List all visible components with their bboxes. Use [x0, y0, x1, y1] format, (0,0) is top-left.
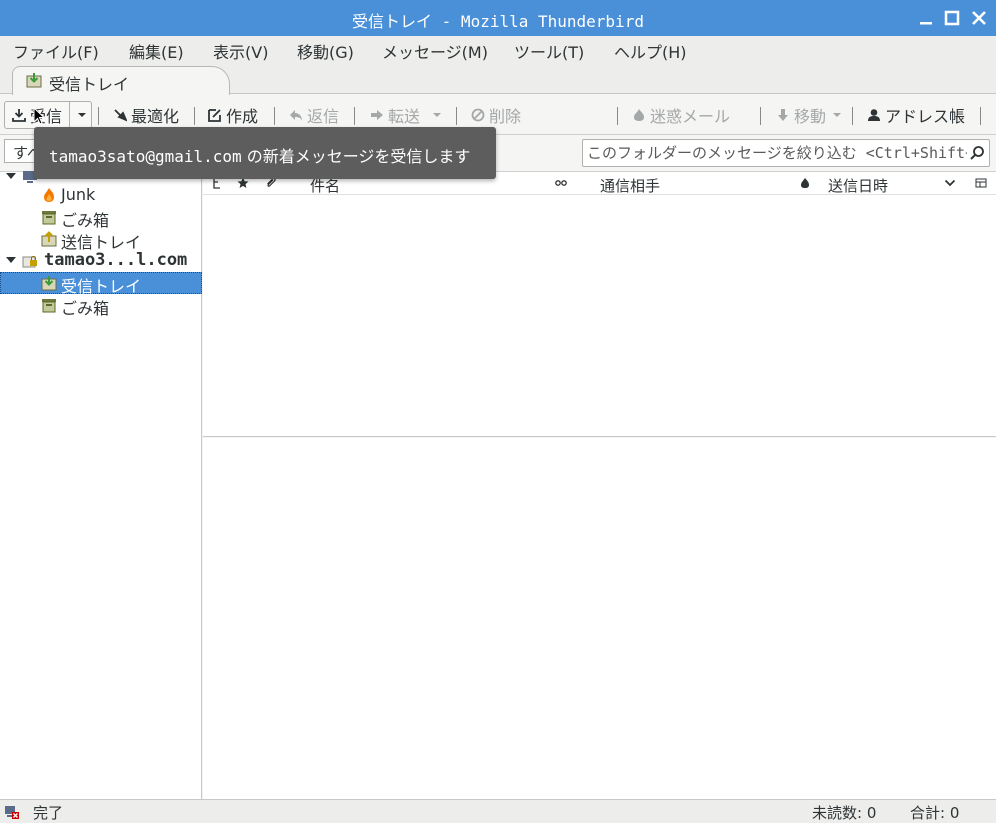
delete-label: 削除 — [489, 107, 522, 126]
compact-label: 最適化 — [131, 107, 180, 126]
tooltip-text: の新着メッセージを受信します — [241, 147, 471, 166]
message-preview-pane — [203, 438, 996, 799]
account-label: tamao3...l.com — [44, 250, 188, 270]
folder-label: Junk — [61, 185, 96, 204]
tab-bar: 受信トレイ — [0, 62, 996, 95]
toolbar-separator — [98, 107, 99, 125]
address-book-button[interactable]: アドレス帳 — [867, 103, 965, 127]
toolbar-separator — [980, 107, 981, 125]
forward-dropdown[interactable] — [430, 103, 444, 127]
folder-trash-gmail[interactable]: ごみ箱 — [0, 294, 202, 318]
menu-go[interactable]: 移動(G) — [297, 39, 354, 63]
reply-icon — [290, 110, 302, 121]
close-button[interactable] — [967, 6, 991, 30]
menu-view[interactable]: 表示(V) — [213, 39, 268, 63]
fire-icon — [634, 109, 644, 121]
status-bar: 完了 未読数: 0 合計: 0 — [0, 799, 996, 823]
column-date[interactable]: 送信日時 — [828, 175, 888, 196]
inbox-icon — [26, 73, 42, 88]
toolbar-separator — [194, 107, 195, 125]
toolbar-separator — [456, 107, 457, 125]
person-icon — [868, 109, 880, 121]
broom-icon — [114, 109, 127, 122]
toolbar-separator — [274, 107, 275, 125]
search-icon — [970, 146, 984, 160]
get-mail-dropdown[interactable] — [75, 103, 89, 127]
minimize-button[interactable] — [914, 6, 938, 30]
junk-button[interactable]: 迷惑メール — [632, 103, 730, 127]
tab-inbox[interactable]: 受信トレイ — [12, 66, 230, 95]
folder-pane: Junk ごみ箱 送信トレイ tamao3...l.com 受信トレイ ごみ箱 — [0, 171, 202, 799]
down-arrow-icon — [778, 109, 788, 121]
minimize-icon — [920, 22, 932, 25]
toolbar-separator — [760, 107, 761, 125]
offline-status-icon[interactable] — [4, 804, 20, 820]
chevron-down-icon — [78, 113, 86, 117]
forward-button[interactable]: 転送 — [370, 103, 420, 127]
toolbar-separator — [617, 107, 618, 125]
menu-edit[interactable]: 編集(E) — [129, 39, 184, 63]
trash-icon — [42, 299, 56, 313]
status-text: 完了 — [33, 804, 64, 822]
account-gmail[interactable]: tamao3...l.com — [0, 250, 202, 272]
sort-chevron-down-icon[interactable] — [944, 177, 956, 189]
chevron-down-icon — [833, 113, 842, 117]
junk-label: 迷惑メール — [650, 107, 731, 126]
toolbar-separator — [354, 107, 355, 125]
column-picker-icon[interactable] — [975, 177, 987, 189]
delete-circle-icon — [471, 108, 485, 122]
delete-button[interactable]: 削除 — [471, 103, 521, 127]
expand-twisty-icon[interactable] — [6, 257, 16, 263]
chevron-down-icon — [433, 113, 441, 117]
menu-bar: ファイル(F) 編集(E) 表示(V) 移動(G) メッセージ(M) ツール(T… — [0, 36, 996, 62]
junk-status-icon[interactable] — [799, 177, 811, 189]
menu-message[interactable]: メッセージ(M) — [382, 39, 488, 63]
folder-inbox[interactable]: 受信トレイ — [0, 272, 202, 296]
mail-account-icon — [22, 256, 37, 268]
thread-pane: 件名 通信相手 送信日時 — [203, 172, 996, 437]
folder-label: ごみ箱 — [61, 299, 110, 318]
pencil-icon — [208, 109, 221, 122]
get-mail-tooltip: tamao3sato@gmail.com の新着メッセージを受信します — [34, 127, 496, 179]
menu-help[interactable]: ヘルプ(H) — [614, 39, 687, 63]
unread-count: 未読数: 0 — [812, 804, 877, 822]
column-correspondent[interactable]: 通信相手 — [600, 175, 660, 196]
maximize-icon — [944, 10, 960, 26]
write-button[interactable]: 作成 — [208, 103, 258, 127]
expand-twisty-icon[interactable] — [6, 173, 16, 179]
folder-trash[interactable]: ごみ箱 — [0, 206, 202, 230]
folder-outbox[interactable]: 送信トレイ — [0, 228, 202, 252]
move-button[interactable]: 移動 — [776, 103, 844, 127]
read-status-icon[interactable] — [555, 177, 567, 189]
junk-fire-icon — [44, 188, 54, 202]
quick-filter-search[interactable] — [582, 139, 990, 167]
close-icon — [972, 11, 986, 25]
compact-button[interactable]: 最適化 — [113, 103, 179, 127]
forward-arrow-icon — [371, 110, 383, 120]
maximize-button[interactable] — [940, 6, 964, 30]
title-bar: 受信トレイ - Mozilla Thunderbird — [0, 0, 996, 36]
folder-junk[interactable]: Junk — [0, 184, 202, 206]
reply-label: 返信 — [307, 107, 340, 126]
menu-tools[interactable]: ツール(T) — [514, 39, 584, 63]
inbox-icon — [41, 276, 57, 291]
reply-button[interactable]: 返信 — [289, 103, 339, 127]
write-label: 作成 — [226, 107, 259, 126]
move-label: 移動 — [794, 107, 827, 126]
outbox-icon — [41, 231, 57, 247]
mouse-cursor-icon — [33, 107, 45, 125]
quick-filter-input[interactable] — [587, 143, 967, 163]
forward-label: 転送 — [388, 107, 421, 126]
total-count: 合計: 0 — [910, 804, 960, 822]
menu-file[interactable]: ファイル(F) — [13, 39, 99, 63]
address-book-label: アドレス帳 — [885, 107, 966, 126]
window-title: 受信トレイ - Mozilla Thunderbird — [352, 12, 644, 31]
tooltip-email: tamao3sato@gmail.com — [49, 147, 242, 166]
download-icon — [12, 109, 26, 122]
tab-label: 受信トレイ — [49, 75, 130, 94]
trash-icon — [42, 211, 56, 225]
toolbar-separator — [852, 107, 853, 125]
